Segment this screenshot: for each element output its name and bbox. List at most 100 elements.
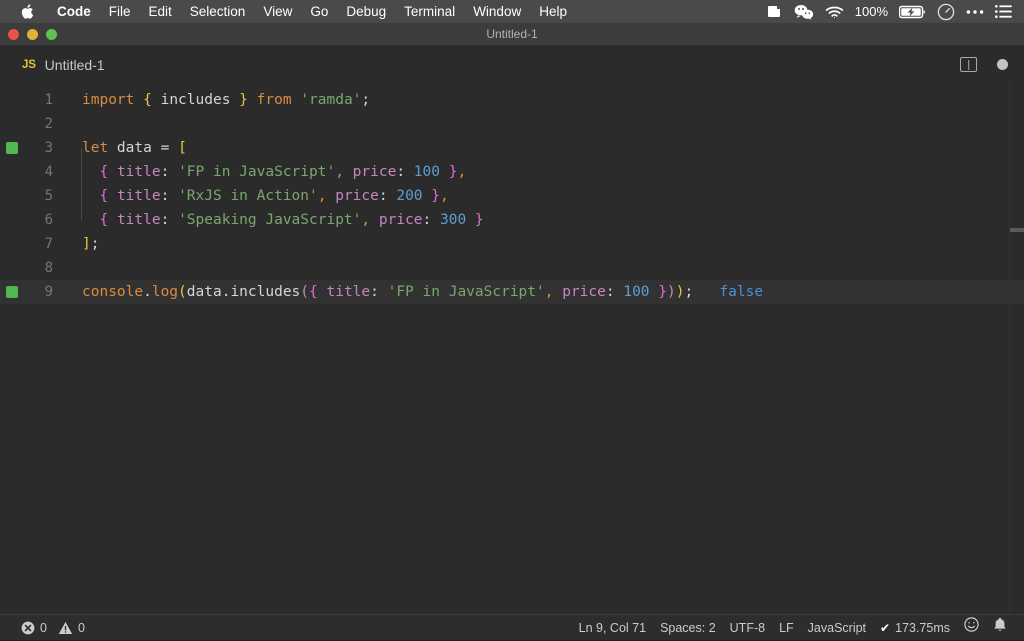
code-editor[interactable]: 1 import { includes } from 'ramda'; 2 3 let … [0, 83, 1024, 613]
code-line[interactable]: 4 { title: 'FP in JavaScript', price: 10… [0, 160, 1024, 184]
vscode-window: Code File Edit Selection View Go Debug T… [0, 0, 1024, 640]
code-line-text[interactable]: { title: 'FP in JavaScript', price: 100 … [66, 160, 1024, 184]
code-line-text[interactable] [66, 256, 1024, 280]
status-cursor-position[interactable]: Ln 9, Col 71 [572, 615, 653, 641]
status-problems[interactable]: 0 0 [14, 615, 92, 641]
code-token: ; [361, 92, 371, 108]
code-token: false [719, 284, 764, 300]
run-marker-icon[interactable] [6, 142, 18, 154]
code-line-text[interactable]: import { includes } from 'ramda'; [66, 88, 1024, 112]
code-content[interactable]: 1 import { includes } from 'ramda'; 2 3 let … [0, 83, 1024, 304]
apple-logo-icon[interactable] [16, 3, 38, 20]
line-number: 3 [0, 136, 66, 160]
error-count: 0 [40, 620, 47, 635]
status-feedback[interactable] [957, 615, 986, 641]
menu-item-view[interactable]: View [254, 0, 301, 23]
code-line[interactable]: 8 [0, 256, 1024, 280]
code-line[interactable]: 7]; [0, 232, 1024, 256]
code-token: 'RxJS in Action' [178, 188, 318, 204]
status-language-mode[interactable]: JavaScript [801, 615, 873, 641]
code-token: ( [178, 284, 187, 300]
menu-item-go[interactable]: Go [301, 0, 337, 23]
tab-untitled-1[interactable]: JS Untitled-1 [0, 46, 119, 83]
code-line-text[interactable]: { title: 'RxJS in Action', price: 200 }, [66, 184, 1024, 208]
shield-app-icon[interactable] [766, 4, 783, 20]
code-line-text[interactable]: ]; [66, 232, 1024, 256]
status-encoding[interactable]: UTF-8 [723, 615, 772, 641]
code-token: title [116, 212, 161, 228]
editor-actions [960, 46, 1024, 83]
macos-menu-bar: Code File Edit Selection View Go Debug T… [0, 0, 1024, 23]
battery-percent-label: 100% [854, 4, 888, 19]
line-number: 9 [0, 280, 66, 304]
code-token: ) [667, 284, 676, 300]
status-eol[interactable]: LF [772, 615, 801, 641]
code-token: data [108, 140, 161, 156]
status-notifications[interactable] [986, 615, 1014, 641]
bell-icon [993, 615, 1007, 641]
ellipsis-icon[interactable] [966, 9, 984, 15]
code-token: ( [300, 284, 310, 300]
run-marker-icon[interactable] [6, 286, 18, 298]
code-line-text[interactable]: console.log(data.includes({ title: 'FP i… [66, 280, 1024, 304]
menu-item-selection[interactable]: Selection [181, 0, 255, 23]
window-title-bar: Untitled-1 [0, 23, 1024, 46]
code-token: 100 [623, 284, 650, 300]
status-bar: 0 0 Ln 9, Col 71 Spaces: 2 UTF-8 LF Java… [0, 614, 1024, 640]
code-line[interactable]: 9 console.log(data.includes({ title: 'FP … [0, 280, 1024, 304]
list-icon[interactable] [995, 5, 1012, 18]
wechat-icon[interactable] [794, 4, 814, 20]
code-line-text[interactable]: let data = [ [66, 136, 1024, 160]
line-number-label: 9 [44, 284, 53, 300]
code-line[interactable]: 2 [0, 112, 1024, 136]
menu-item-code[interactable]: Code [48, 0, 100, 23]
menu-item-terminal[interactable]: Terminal [395, 0, 464, 23]
menu-item-file[interactable]: File [100, 0, 140, 23]
menu-item-debug[interactable]: Debug [337, 0, 395, 23]
status-run-time[interactable]: ✔ 173.75ms [873, 615, 957, 641]
smiley-icon [964, 615, 979, 641]
javascript-file-icon: JS [22, 58, 36, 71]
code-token: : [422, 212, 440, 228]
line-number-label: 8 [44, 260, 53, 276]
unsaved-dot-icon[interactable] [997, 59, 1008, 70]
code-token: } [431, 188, 441, 204]
code-token: { [99, 212, 109, 228]
code-line[interactable]: 6 { title: 'Speaking JavaScript', price:… [0, 208, 1024, 232]
code-token: , [457, 164, 467, 180]
tab-bar-empty-space [118, 46, 960, 83]
line-number: 8 [0, 256, 66, 280]
code-token: price [352, 164, 397, 180]
code-line[interactable]: 3 let data = [ [0, 136, 1024, 160]
code-line[interactable]: 5 { title: 'RxJS in Action', price: 200 … [0, 184, 1024, 208]
menu-item-window[interactable]: Window [464, 0, 530, 23]
code-line[interactable]: 1 import { includes } from 'ramda'; [0, 88, 1024, 112]
code-token: 200 [396, 188, 423, 204]
split-editor-icon[interactable] [960, 57, 977, 72]
check-icon: ✔ [880, 620, 891, 635]
menu-item-help[interactable]: Help [530, 0, 576, 23]
line-number-label: 2 [44, 116, 53, 132]
code-token: , [335, 164, 344, 180]
code-token: title [116, 164, 161, 180]
wifi-icon[interactable] [825, 5, 844, 19]
clock-icon[interactable] [937, 3, 955, 21]
code-token: : [378, 188, 397, 204]
code-line-text[interactable]: { title: 'Speaking JavaScript', price: 3… [66, 208, 1024, 232]
code-token: : [605, 284, 624, 300]
menu-item-edit[interactable]: Edit [140, 0, 181, 23]
code-line-text[interactable] [66, 112, 1024, 136]
status-indentation[interactable]: Spaces: 2 [653, 615, 723, 641]
battery-charging-icon[interactable] [899, 5, 926, 19]
code-token: 'Speaking JavaScript' [178, 212, 362, 228]
code-token: price [335, 188, 379, 204]
line-number: 6 [0, 208, 66, 232]
code-token: title [326, 284, 371, 300]
tab-label: Untitled-1 [44, 56, 105, 73]
